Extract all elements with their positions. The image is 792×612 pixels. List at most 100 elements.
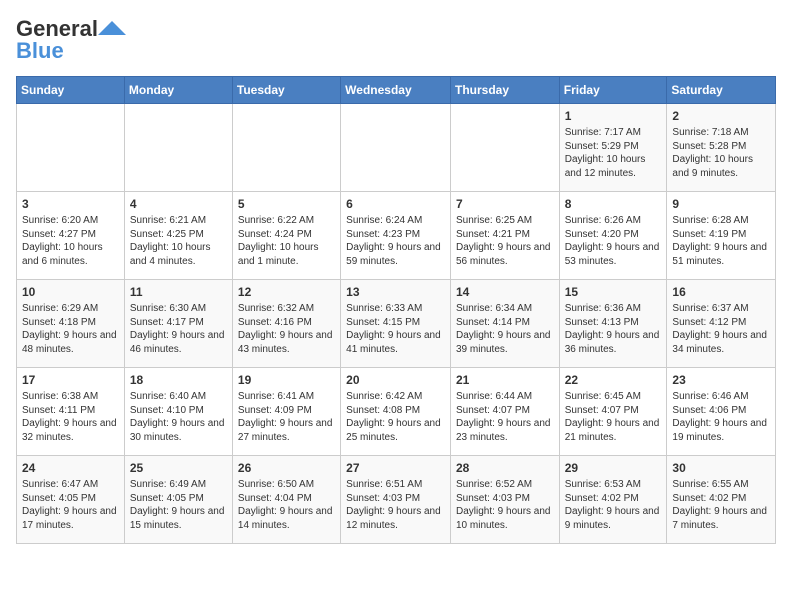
weekday-header: Friday bbox=[559, 77, 667, 104]
day-number: 8 bbox=[565, 196, 662, 212]
calendar-cell: 14Sunrise: 6:34 AM Sunset: 4:14 PM Dayli… bbox=[450, 280, 559, 368]
day-number: 2 bbox=[672, 108, 770, 124]
calendar-cell: 21 Sunrise: 6:44 AM Sunset: 4:07 PM Dayli… bbox=[450, 368, 559, 456]
calendar-cell: 17 Sunrise: 6:38 AM Sunset: 4:11 PM Dayli… bbox=[17, 368, 125, 456]
calendar-header: SundayMondayTuesdayWednesdayThursdayFrid… bbox=[17, 77, 776, 104]
calendar-week: 24Sunrise: 6:47 AM Sunset: 4:05 PM Dayli… bbox=[17, 456, 776, 544]
day-number: 18 bbox=[130, 372, 227, 388]
day-number: 17 bbox=[22, 372, 119, 388]
day-info: Sunrise: 6:44 AM Sunset: 4:07 PM Dayligh… bbox=[456, 390, 554, 444]
day-info: Sunrise: 6:26 AM Sunset: 4:20 PM Dayligh… bbox=[565, 214, 662, 268]
day-number: 25 bbox=[130, 460, 227, 476]
weekday-header: Monday bbox=[124, 77, 232, 104]
calendar-cell: 13 Sunrise: 6:33 AM Sunset: 4:15 PM Dayli… bbox=[341, 280, 451, 368]
calendar-cell: 9 Sunrise: 6:28 AM Sunset: 4:19 PM Daylig… bbox=[667, 192, 776, 280]
calendar-cell: 3Sunrise: 6:20 AM Sunset: 4:27 PM Daylig… bbox=[17, 192, 125, 280]
calendar-cell: 29 Sunrise: 6:53 AM Sunset: 4:02 PM Dayli… bbox=[559, 456, 667, 544]
day-info: Sunrise: 6:32 AM Sunset: 4:16 PM Dayligh… bbox=[238, 302, 335, 356]
day-info: Sunrise: 6:49 AM Sunset: 4:05 PM Dayligh… bbox=[130, 478, 227, 532]
calendar-cell bbox=[232, 104, 340, 192]
calendar-cell: 12Sunrise: 6:32 AM Sunset: 4:16 PM Dayli… bbox=[232, 280, 340, 368]
day-info: Sunrise: 6:51 AM Sunset: 4:03 PM Dayligh… bbox=[346, 478, 445, 532]
calendar-cell: 2 Sunrise: 7:18 AM Sunset: 5:28 PM Daylig… bbox=[667, 104, 776, 192]
day-number: 14 bbox=[456, 284, 554, 300]
day-info: Sunrise: 6:50 AM Sunset: 4:04 PM Dayligh… bbox=[238, 478, 335, 532]
day-info: Sunrise: 6:30 AM Sunset: 4:17 PM Dayligh… bbox=[130, 302, 227, 356]
day-info: Sunrise: 6:20 AM Sunset: 4:27 PM Dayligh… bbox=[22, 214, 119, 268]
logo: General Blue bbox=[16, 16, 126, 64]
calendar-cell: 15Sunrise: 6:36 AM Sunset: 4:13 PM Dayli… bbox=[559, 280, 667, 368]
calendar-cell bbox=[341, 104, 451, 192]
calendar-cell: 16Sunrise: 6:37 AM Sunset: 4:12 PM Dayli… bbox=[667, 280, 776, 368]
calendar-cell: 26 Sunrise: 6:50 AM Sunset: 4:04 PM Dayli… bbox=[232, 456, 340, 544]
day-number: 26 bbox=[238, 460, 335, 476]
day-info: Sunrise: 6:42 AM Sunset: 4:08 PM Dayligh… bbox=[346, 390, 445, 444]
calendar-cell: 4Sunrise: 6:21 AM Sunset: 4:25 PM Daylig… bbox=[124, 192, 232, 280]
day-number: 9 bbox=[672, 196, 770, 212]
calendar-cell bbox=[124, 104, 232, 192]
day-info: Sunrise: 6:53 AM Sunset: 4:02 PM Dayligh… bbox=[565, 478, 662, 532]
calendar-cell: 23 Sunrise: 6:46 AM Sunset: 4:06 PM Dayli… bbox=[667, 368, 776, 456]
calendar-cell: 30 Sunrise: 6:55 AM Sunset: 4:02 PM Dayli… bbox=[667, 456, 776, 544]
day-info: Sunrise: 6:45 AM Sunset: 4:07 PM Dayligh… bbox=[565, 390, 662, 444]
day-number: 13 bbox=[346, 284, 445, 300]
day-number: 29 bbox=[565, 460, 662, 476]
day-info: Sunrise: 6:28 AM Sunset: 4:19 PM Dayligh… bbox=[672, 214, 770, 268]
day-number: 11 bbox=[130, 284, 227, 300]
day-info: Sunrise: 6:52 AM Sunset: 4:03 PM Dayligh… bbox=[456, 478, 554, 532]
day-info: Sunrise: 6:55 AM Sunset: 4:02 PM Dayligh… bbox=[672, 478, 770, 532]
calendar-cell: 10 Sunrise: 6:29 AM Sunset: 4:18 PM Dayli… bbox=[17, 280, 125, 368]
calendar-cell: 1 Sunrise: 7:17 AM Sunset: 5:29 PM Daylig… bbox=[559, 104, 667, 192]
calendar-week: 3Sunrise: 6:20 AM Sunset: 4:27 PM Daylig… bbox=[17, 192, 776, 280]
calendar-cell: 22 Sunrise: 6:45 AM Sunset: 4:07 PM Dayli… bbox=[559, 368, 667, 456]
logo-icon bbox=[98, 21, 126, 35]
calendar-cell: 28 Sunrise: 6:52 AM Sunset: 4:03 PM Dayli… bbox=[450, 456, 559, 544]
day-number: 30 bbox=[672, 460, 770, 476]
day-info: Sunrise: 6:46 AM Sunset: 4:06 PM Dayligh… bbox=[672, 390, 770, 444]
weekday-header: Thursday bbox=[450, 77, 559, 104]
day-info: Sunrise: 7:17 AM Sunset: 5:29 PM Dayligh… bbox=[565, 126, 662, 180]
day-info: Sunrise: 6:38 AM Sunset: 4:11 PM Dayligh… bbox=[22, 390, 119, 444]
day-number: 6 bbox=[346, 196, 445, 212]
logo-blue: Blue bbox=[16, 38, 64, 64]
day-info: Sunrise: 6:33 AM Sunset: 4:15 PM Dayligh… bbox=[346, 302, 445, 356]
calendar-cell: 8 Sunrise: 6:26 AM Sunset: 4:20 PM Daylig… bbox=[559, 192, 667, 280]
calendar-week: 1 Sunrise: 7:17 AM Sunset: 5:29 PM Daylig… bbox=[17, 104, 776, 192]
calendar-cell: 7 Sunrise: 6:25 AM Sunset: 4:21 PM Daylig… bbox=[450, 192, 559, 280]
day-number: 21 bbox=[456, 372, 554, 388]
day-number: 23 bbox=[672, 372, 770, 388]
weekday-header: Sunday bbox=[17, 77, 125, 104]
calendar-cell bbox=[450, 104, 559, 192]
day-info: Sunrise: 6:40 AM Sunset: 4:10 PM Dayligh… bbox=[130, 390, 227, 444]
calendar-cell: 19 Sunrise: 6:41 AM Sunset: 4:09 PM Dayli… bbox=[232, 368, 340, 456]
calendar-body: 1 Sunrise: 7:17 AM Sunset: 5:29 PM Daylig… bbox=[17, 104, 776, 544]
header: General Blue bbox=[16, 16, 776, 64]
calendar-cell: 18 Sunrise: 6:40 AM Sunset: 4:10 PM Dayli… bbox=[124, 368, 232, 456]
day-info: Sunrise: 7:18 AM Sunset: 5:28 PM Dayligh… bbox=[672, 126, 770, 180]
weekday-header: Saturday bbox=[667, 77, 776, 104]
day-number: 28 bbox=[456, 460, 554, 476]
day-info: Sunrise: 6:47 AM Sunset: 4:05 PM Dayligh… bbox=[22, 478, 119, 532]
calendar-cell: 5 Sunrise: 6:22 AM Sunset: 4:24 PM Daylig… bbox=[232, 192, 340, 280]
day-info: Sunrise: 6:22 AM Sunset: 4:24 PM Dayligh… bbox=[238, 214, 335, 268]
weekday-header: Wednesday bbox=[341, 77, 451, 104]
calendar-cell: 27Sunrise: 6:51 AM Sunset: 4:03 PM Dayli… bbox=[341, 456, 451, 544]
day-number: 4 bbox=[130, 196, 227, 212]
day-number: 16 bbox=[672, 284, 770, 300]
day-number: 19 bbox=[238, 372, 335, 388]
calendar-cell: 6Sunrise: 6:24 AM Sunset: 4:23 PM Daylig… bbox=[341, 192, 451, 280]
calendar-week: 10 Sunrise: 6:29 AM Sunset: 4:18 PM Dayli… bbox=[17, 280, 776, 368]
day-number: 1 bbox=[565, 108, 662, 124]
calendar-week: 17 Sunrise: 6:38 AM Sunset: 4:11 PM Dayli… bbox=[17, 368, 776, 456]
day-number: 20 bbox=[346, 372, 445, 388]
weekday-header: Tuesday bbox=[232, 77, 340, 104]
day-info: Sunrise: 6:25 AM Sunset: 4:21 PM Dayligh… bbox=[456, 214, 554, 268]
day-number: 7 bbox=[456, 196, 554, 212]
day-info: Sunrise: 6:41 AM Sunset: 4:09 PM Dayligh… bbox=[238, 390, 335, 444]
day-info: Sunrise: 6:29 AM Sunset: 4:18 PM Dayligh… bbox=[22, 302, 119, 356]
day-number: 5 bbox=[238, 196, 335, 212]
day-number: 10 bbox=[22, 284, 119, 300]
calendar-cell: 25 Sunrise: 6:49 AM Sunset: 4:05 PM Dayli… bbox=[124, 456, 232, 544]
calendar-cell: 11 Sunrise: 6:30 AM Sunset: 4:17 PM Dayli… bbox=[124, 280, 232, 368]
day-number: 22 bbox=[565, 372, 662, 388]
